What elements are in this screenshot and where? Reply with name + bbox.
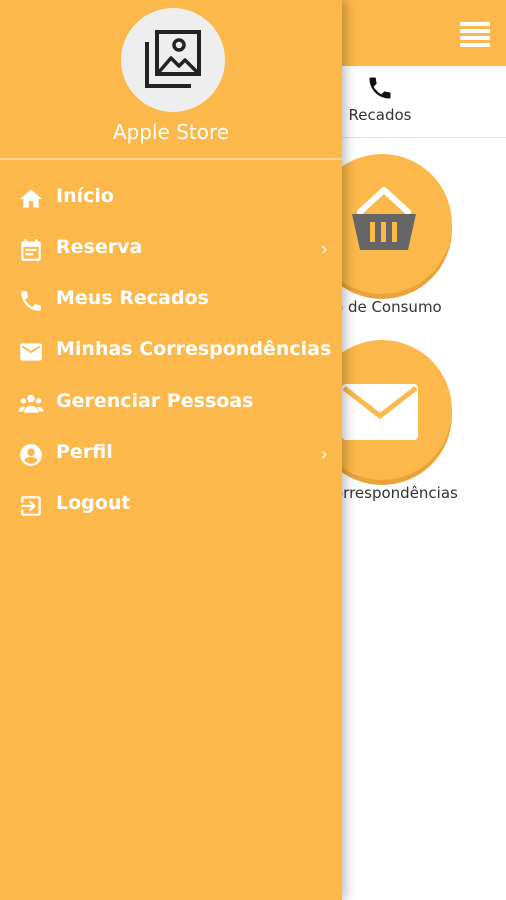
hamburger-icon[interactable]	[460, 22, 490, 47]
navigation-drawer: Apple Store Início Reserva › Meus Recado…	[0, 0, 342, 900]
chevron-right-icon: ›	[320, 239, 328, 260]
divider	[0, 158, 342, 160]
menu-item-label: Meus Recados	[56, 287, 209, 309]
menu-item-label: Logout	[56, 492, 131, 514]
quick-item-label: Recados	[348, 106, 412, 124]
phone-icon	[369, 77, 391, 99]
image-gallery-icon	[145, 30, 201, 88]
envelope-icon	[342, 384, 418, 440]
menu-item-label: Gerenciar Pessoas	[56, 390, 254, 412]
calendar-icon	[21, 239, 41, 261]
menu-item-minhas-correspondencias[interactable]: Minhas Correspondências	[0, 329, 342, 373]
tile-label: o de Consumo	[334, 298, 442, 316]
mail-icon	[20, 343, 42, 361]
store-name: Apple Store	[112, 120, 230, 144]
menu-item-logout[interactable]: Logout	[0, 483, 342, 527]
phone-icon	[21, 291, 41, 311]
menu-item-inicio[interactable]: Início	[0, 176, 342, 220]
menu-item-perfil[interactable]: Perfil ›	[0, 432, 342, 476]
avatar[interactable]	[121, 8, 225, 112]
menu-item-label: Minhas Correspondências	[56, 338, 332, 360]
menu-item-label: Perfil	[56, 441, 113, 463]
account-icon	[20, 444, 42, 466]
people-icon	[18, 394, 44, 413]
home-icon	[20, 189, 42, 208]
menu-item-gerenciar-pessoas[interactable]: Gerenciar Pessoas	[0, 381, 342, 425]
menu-item-label: Reserva	[56, 236, 143, 258]
chevron-right-icon: ›	[320, 444, 328, 465]
tile-label: orrespondências	[334, 484, 458, 502]
basket-icon	[352, 187, 416, 250]
quick-item-recados[interactable]: Recados	[330, 66, 430, 138]
menu-item-meus-recados[interactable]: Meus Recados	[0, 278, 342, 322]
menu-item-reserva[interactable]: Reserva ›	[0, 227, 342, 271]
menu-item-label: Início	[56, 185, 114, 207]
logout-icon	[21, 496, 41, 516]
